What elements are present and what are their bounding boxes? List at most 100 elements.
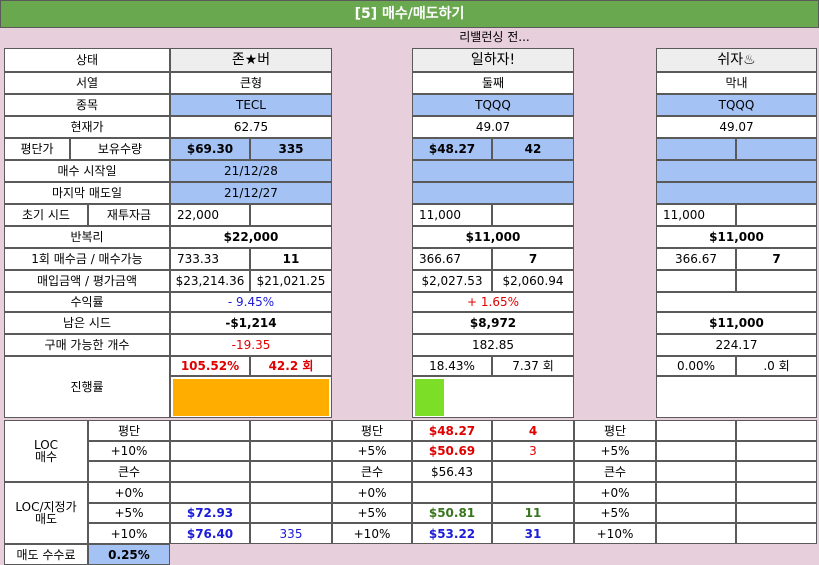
account-3-name: 쉬자♨ [656,48,817,72]
label-loc-buy: LOC 매수 [4,420,88,482]
account-3-remain: $11,000 [656,312,817,334]
spreadsheet: [5] 매수/매도하기 리밸런싱 전... 상태 서열 종목 현재가 평단가 보… [0,0,819,565]
account-1-sell-0 [170,482,250,503]
account-3-loc-big [656,461,736,482]
account-2-progress-fill [415,379,444,416]
account-3-loc-10 [656,441,736,461]
account-1-order: 큰형 [170,72,332,94]
account-1-perbuy: 733.33 [170,248,250,270]
account-2-seed[interactable]: 11,000 [412,204,492,226]
account-2-loc-10-qty: 3 [492,441,574,461]
account-3-seed[interactable]: 11,000 [656,204,736,226]
account-3-label-loc-10: +5% [574,441,656,461]
account-2-loc-10: $50.69 [412,441,492,461]
status-note: 리밸런싱 전... [459,30,530,44]
account-1-sell-5-qty [250,503,332,523]
account-2-last[interactable] [412,182,574,204]
account-2-avg[interactable]: $48.27 [412,138,492,160]
account-1-prog-cnt: 42.2 회 [250,356,332,376]
account-2-qty[interactable]: 42 [492,138,574,160]
label-seed: 초기 시드 [4,204,88,226]
label-buyable: 구매 가능한 개수 [4,334,170,356]
label-avg: 평단가 [4,138,70,160]
account-2-name: 일하자! [412,48,574,72]
account-1-last[interactable]: 21/12/27 [170,182,332,204]
account-1-start[interactable]: 21/12/28 [170,160,332,182]
label-start: 매수 시작일 [4,160,170,182]
account-3-sell-0-qty [736,482,817,503]
page-title: [5] 매수/매도하기 [0,0,819,28]
fee-value[interactable]: 0.25% [88,544,170,565]
account-2-price: 49.07 [412,116,574,138]
account-2-sell-5: $50.81 [412,503,492,523]
account-1-eval-amt: $21,021.25 [250,270,332,292]
account-2-prog-pct: 18.43% [412,356,492,376]
account-2-reinvest[interactable] [492,204,574,226]
label-yield: 수익률 [4,292,170,312]
account-1-sell-0-qty [250,482,332,503]
account-1-prog-pct: 105.52% [170,356,250,376]
label-price: 현재가 [4,116,170,138]
account-3-buyable: 224.17 [656,334,817,356]
account-1-progress-fill [173,379,329,416]
label-sell-10: +10% [88,523,170,544]
account-3-buy-amt [656,270,736,292]
label-remain: 남은 시드 [4,312,170,334]
label-perbuy: 1회 매수금 / 매수가능 [4,248,170,270]
account-3-ticker[interactable]: TQQQ [656,94,817,116]
account-3-label-sell-5: +5% [574,503,656,523]
account-3-reinvest[interactable] [736,204,817,226]
account-1-reinvest[interactable] [250,204,332,226]
account-3-sell-5-qty [736,503,817,523]
account-1-buyable: -19.35 [170,334,332,356]
label-qty: 보유수량 [70,138,170,160]
account-1-loc-big [170,461,250,482]
account-2-loc-avg: $48.27 [412,420,492,441]
account-2-sell-0-qty [492,482,574,503]
account-1-sell-10-qty: 335 [250,523,332,544]
account-1-price: 62.75 [170,116,332,138]
account-1-ticker[interactable]: TECL [170,94,332,116]
account-2-perbuy-cnt: 7 [492,248,574,270]
account-3-progress-track [656,376,817,418]
account-3-yield [656,292,817,312]
account-3-start[interactable] [656,160,817,182]
account-1-compound: $22,000 [170,226,332,248]
account-1-avg[interactable]: $69.30 [170,138,250,160]
account-3-prog-pct: 0.00% [656,356,736,376]
account-1-loc-10 [170,441,250,461]
account-3-sell-10-qty [736,523,817,544]
account-1-seed[interactable]: 22,000 [170,204,250,226]
account-1-loc-10-qty [250,441,332,461]
account-1-yield: - 9.45% [170,292,332,312]
account-2-ticker[interactable]: TQQQ [412,94,574,116]
account-2-buyable: 182.85 [412,334,574,356]
account-2-start[interactable] [412,160,574,182]
account-2-loc-avg-qty: 4 [492,420,574,441]
account-2-yield: + 1.65% [412,292,574,312]
account-3-loc-avg [656,420,736,441]
account-1-name: 존★버 [170,48,332,72]
account-1-sell-5: $72.93 [170,503,250,523]
account-3-perbuy: 366.67 [656,248,736,270]
account-3-perbuy-cnt: 7 [736,248,817,270]
account-3-avg[interactable] [656,138,736,160]
label-progress: 진행률 [4,356,170,418]
account-1-qty[interactable]: 335 [250,138,332,160]
account-3-qty[interactable] [736,138,817,160]
account-2-order: 둘째 [412,72,574,94]
account-1-remain: -$1,214 [170,312,332,334]
account-1-buy-amt: $23,214.36 [170,270,250,292]
account-2-progress-track [412,376,574,418]
account-2-buy-amt: $2,027.53 [412,270,492,292]
account-2-label-loc-avg: 평단 [332,420,412,441]
account-3-last[interactable] [656,182,817,204]
account-2-loc-big: $56.43 [412,461,492,482]
account-3-prog-cnt: .0 회 [736,356,817,376]
account-3-compound: $11,000 [656,226,817,248]
account-2-sell-10-qty: 31 [492,523,574,544]
account-2-label-sell-10: +10% [332,523,412,544]
account-3-order: 막내 [656,72,817,94]
account-2-eval-amt: $2,060.94 [492,270,574,292]
account-2-remain: $8,972 [412,312,574,334]
